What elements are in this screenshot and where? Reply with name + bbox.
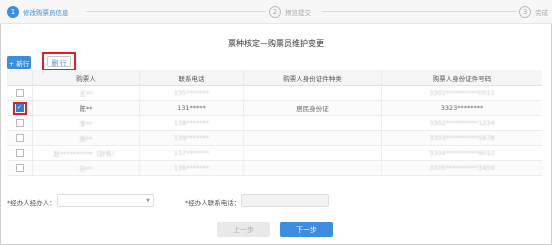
buyer-id-number: 3302**********1234	[429, 119, 495, 127]
buyer-phone: 137*******	[140, 146, 244, 160]
operator-label: *经办人经办人：	[7, 197, 56, 207]
buyer-id-number: 3323********	[440, 104, 484, 112]
prev-step-button[interactable]: 上一步	[217, 222, 270, 237]
buyer-id-type: 居民身份证	[244, 101, 382, 115]
buyer-id-type	[244, 146, 382, 160]
add-row-button[interactable]: + 新行	[7, 56, 31, 69]
checkmark-icon[interactable]: ✓	[15, 104, 24, 112]
buyer-name: 孙**	[33, 161, 140, 175]
buyer-phone: 138*******	[140, 116, 244, 130]
header-buyer: 购票人	[33, 70, 140, 85]
step-1-label: 修改购票员信息	[23, 9, 69, 17]
buyer-name: 陈**	[33, 101, 140, 115]
step-3-number: 3	[519, 6, 531, 18]
buyer-id-number: 3304**********9012	[429, 149, 495, 157]
buyer-name: 赵**********（财务）	[33, 146, 140, 160]
row-checkbox[interactable]	[15, 89, 24, 97]
phone-label: *经办人联系电话：	[185, 197, 240, 207]
phone-input[interactable]	[241, 194, 329, 207]
progress-stepper: 1 修改购票员信息 2 预览提交 3 完成	[0, 0, 552, 24]
buyer-table: 购票人 联系电话 购票人身份证件种类 购票人身份证件号码 王** 135****…	[7, 70, 542, 176]
buyer-id-type	[244, 131, 382, 145]
step-2-number: 2	[269, 6, 281, 18]
next-step-button[interactable]: 下一步	[280, 222, 333, 237]
chevron-down-icon: ▼	[146, 198, 150, 204]
buyer-name: 李**	[33, 116, 140, 130]
step-3-label: 完成	[535, 9, 548, 17]
step-connector-1	[86, 11, 266, 12]
row-checkbox[interactable]	[15, 149, 24, 157]
buyer-phone: 131*****	[140, 101, 244, 115]
step-3: 3 完成	[519, 5, 548, 19]
header-id-type: 购票人身份证件种类	[244, 70, 382, 85]
row-checkbox[interactable]	[15, 134, 24, 142]
row-checkbox[interactable]	[15, 164, 24, 172]
operator-label-text: *经办人经办人：	[7, 199, 56, 207]
page-title: 票种核定—购票员维护变更	[228, 39, 324, 48]
delete-row-button[interactable]: 删 行	[47, 56, 71, 67]
buyer-id-number: 3305**********3456	[429, 164, 495, 172]
buyer-id-number: 3303**********5678	[429, 134, 495, 142]
buyer-id-type	[244, 116, 382, 130]
table-row[interactable]: 孙** 136******* 3305**********3456	[7, 161, 542, 176]
buyer-phone: 136*******	[140, 161, 244, 175]
buyer-id-number: 3301**********0011	[429, 89, 495, 97]
table-header: 购票人 联系电话 购票人身份证件种类 购票人身份证件号码	[7, 70, 542, 86]
operator-select[interactable]: ▼	[57, 194, 154, 207]
header-phone: 联系电话	[140, 70, 244, 85]
table-row-selected[interactable]: ✓ 陈** 131***** 居民身份证 3323********	[7, 101, 542, 116]
step-1: 1 修改购票员信息	[7, 5, 69, 19]
delete-row-highlight: 删 行	[42, 52, 76, 71]
step-2: 2 预览提交	[269, 5, 311, 19]
header-id-number: 购票人身份证件号码	[432, 74, 492, 83]
table-row[interactable]: 张** 139******* 3303**********5678	[7, 131, 542, 146]
table-row[interactable]: 王** 135******* 3301**********0011	[7, 86, 542, 101]
buyer-phone: 139*******	[140, 131, 244, 145]
buyer-name: 王**	[33, 86, 140, 100]
buyer-id-type	[244, 86, 382, 100]
phone-label-text: *经办人联系电话：	[185, 199, 241, 207]
buyer-name: 张**	[33, 131, 140, 145]
row-checkbox[interactable]	[15, 119, 24, 127]
step-1-number: 1	[7, 6, 19, 18]
step-connector-2	[322, 11, 517, 12]
buyer-id-type	[244, 161, 382, 175]
table-row[interactable]: 赵**********（财务） 137******* 3304*********…	[7, 146, 542, 161]
header-select	[7, 70, 33, 85]
buyer-phone: 135*******	[140, 86, 244, 100]
step-2-label: 预览提交	[285, 9, 311, 17]
selected-checkbox-highlight: ✓	[12, 101, 27, 115]
table-row[interactable]: 李** 138******* 3302**********1234	[7, 116, 542, 131]
